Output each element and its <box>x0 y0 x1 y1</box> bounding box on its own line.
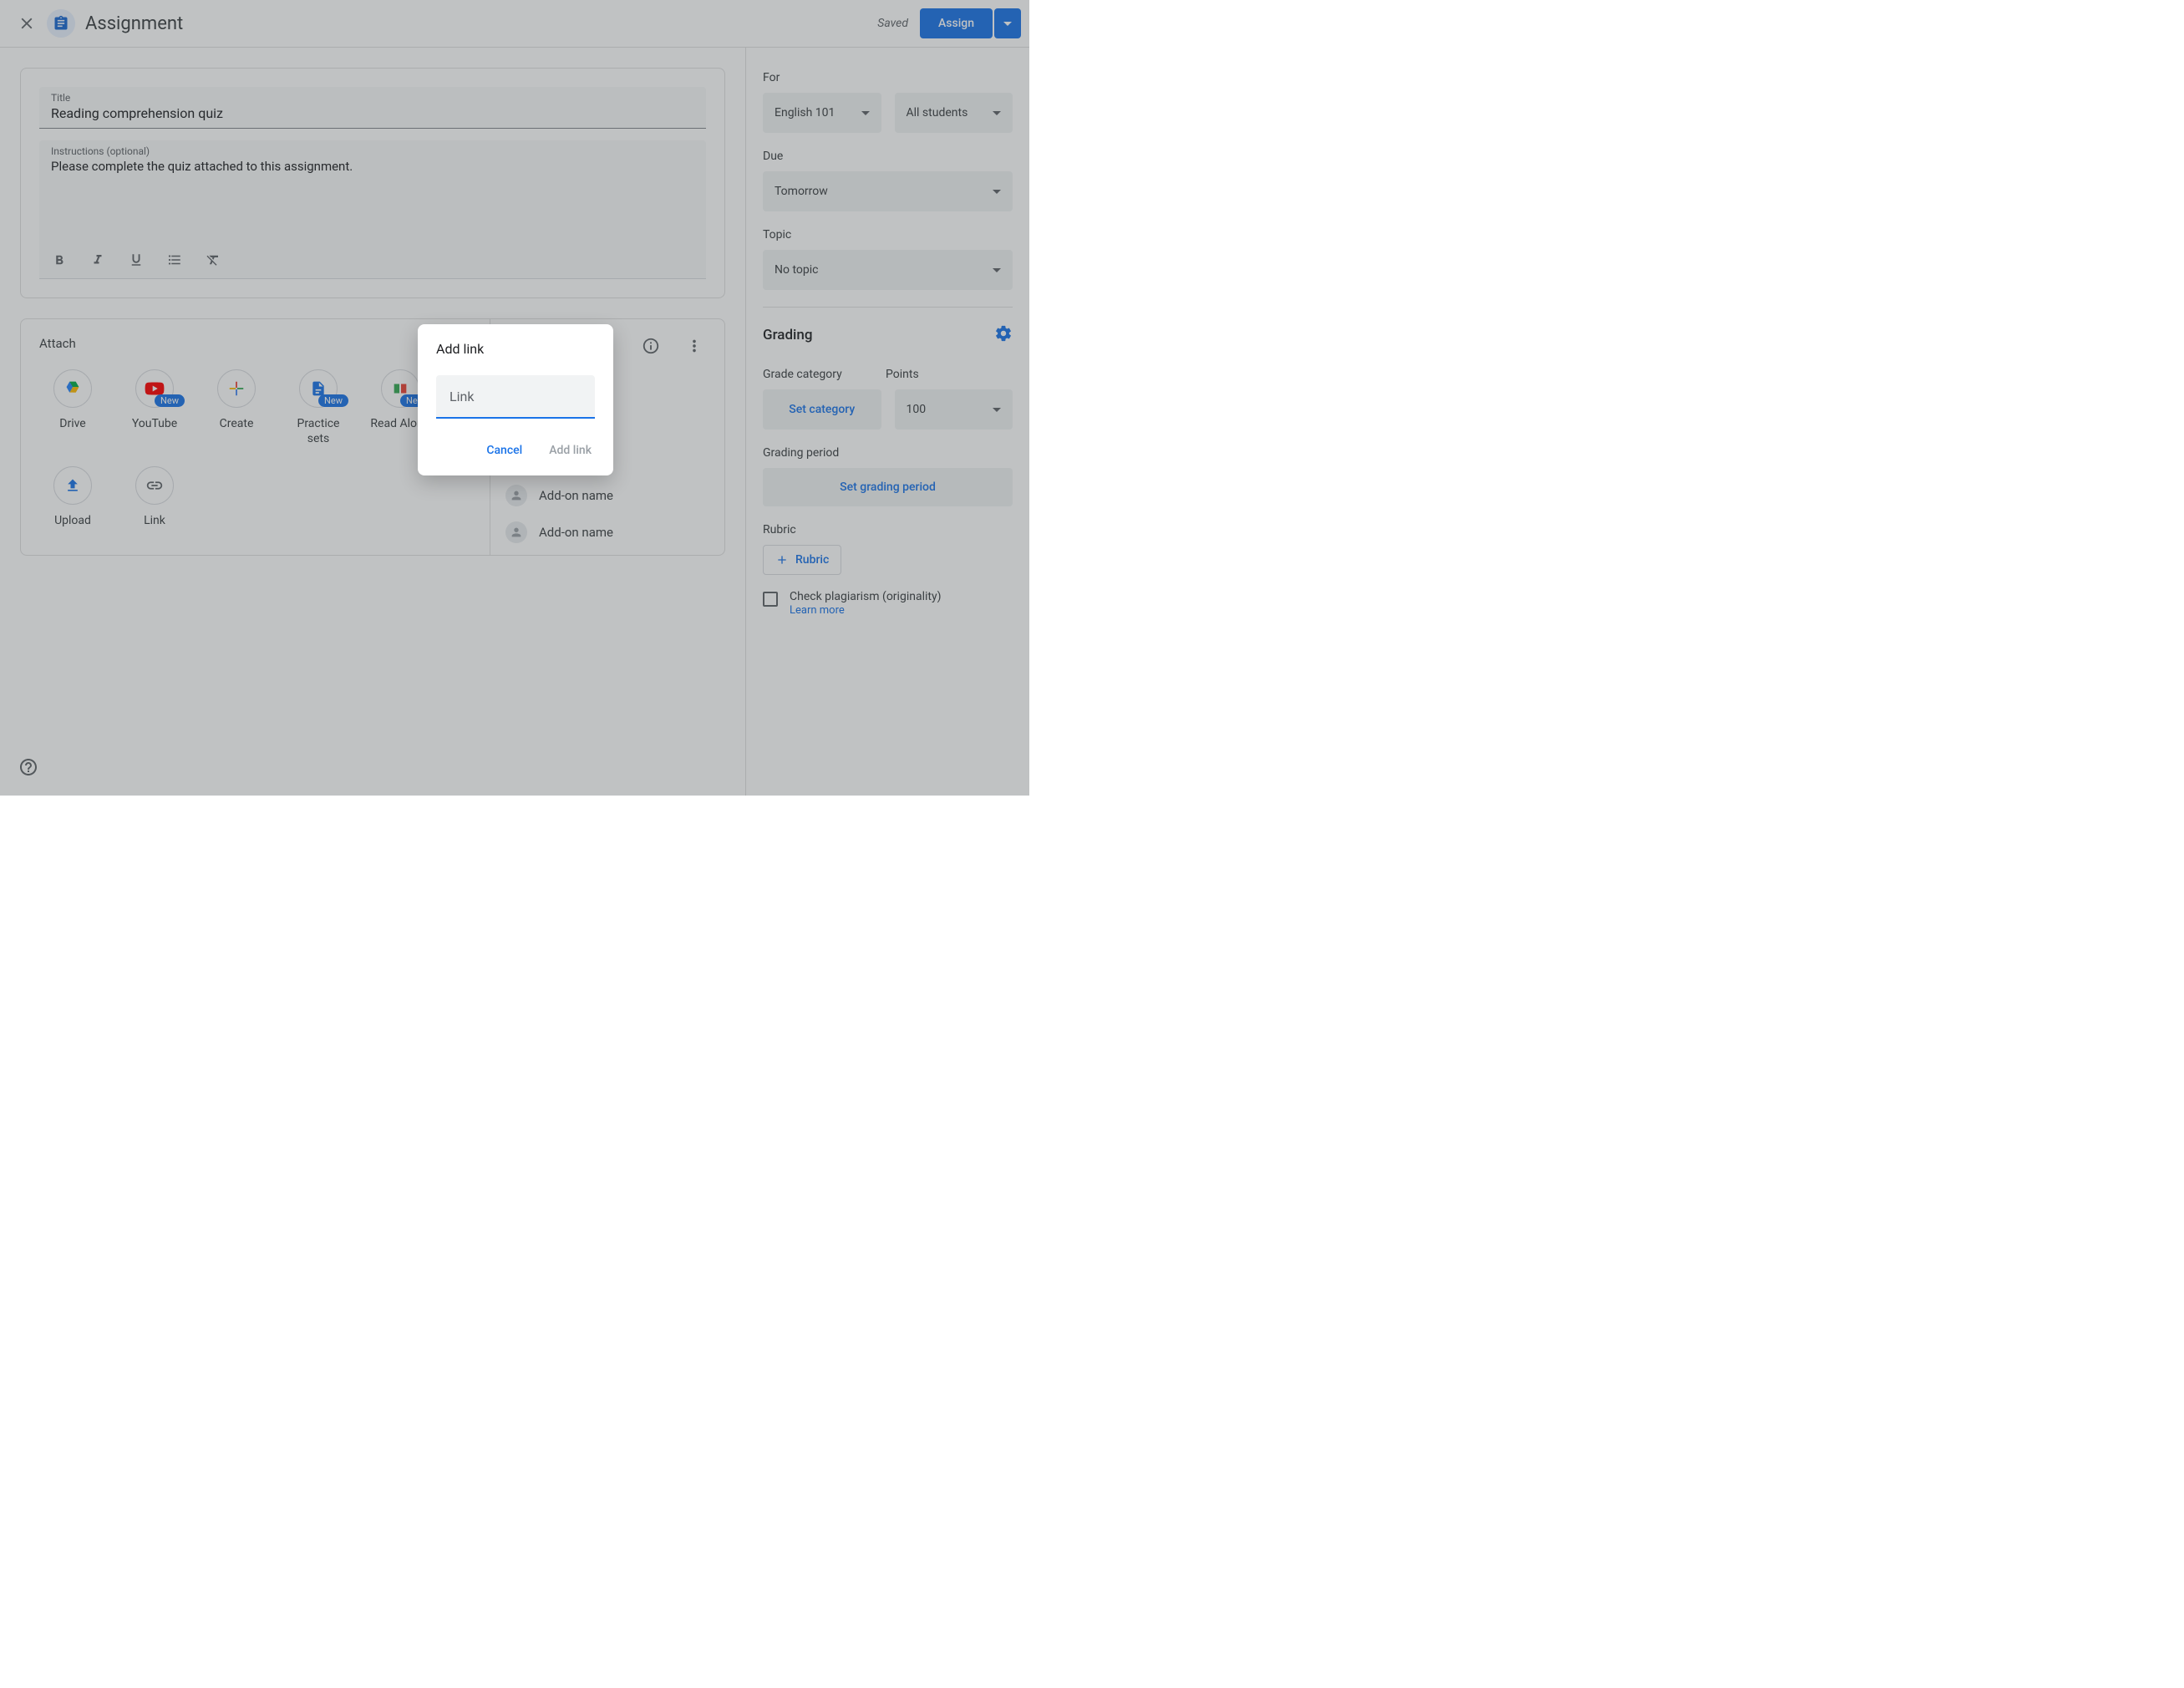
dialog-actions: Cancel Add link <box>436 439 595 462</box>
add-link-dialog: Add link Link Cancel Add link <box>418 324 613 475</box>
add-link-button: Add link <box>546 439 595 462</box>
link-input-placeholder: Link <box>449 389 474 404</box>
app-root: Assignment Saved Assign Title Reading co… <box>0 0 1029 796</box>
cancel-button[interactable]: Cancel <box>483 439 526 462</box>
dialog-title: Add link <box>436 341 595 357</box>
link-input[interactable]: Link <box>436 375 595 419</box>
